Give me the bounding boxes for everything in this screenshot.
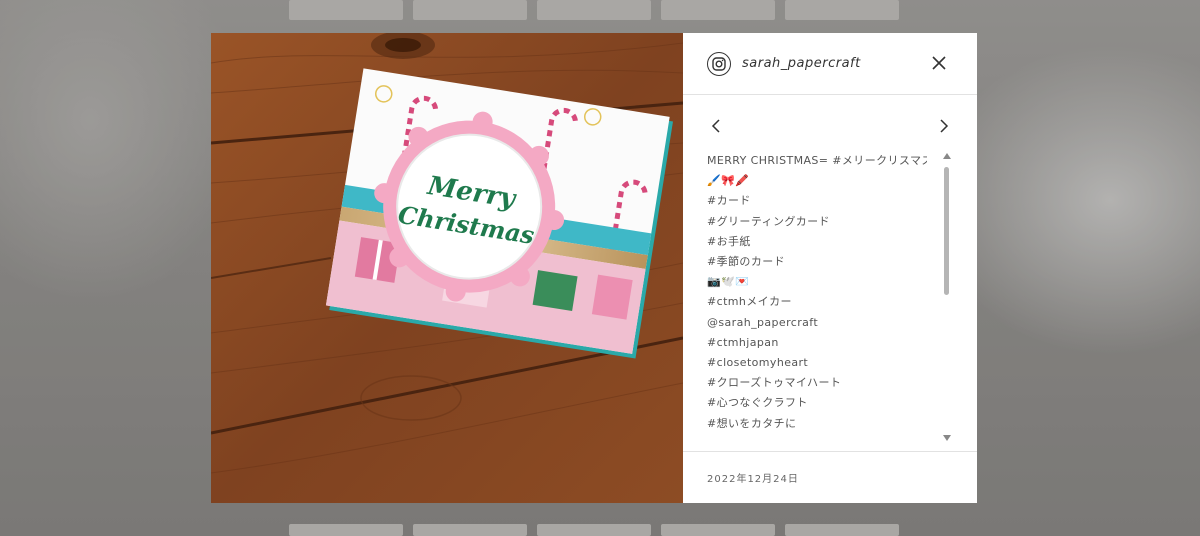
caption-line: 📷🕊️💌 <box>707 275 750 289</box>
caption-hashtag[interactable]: #カード <box>707 191 927 211</box>
post-footer: 2022年12月24日 <box>683 451 977 503</box>
post-header: sarah_papercraft <box>683 33 977 95</box>
caption-mention[interactable]: @sarah_papercraft <box>707 313 927 333</box>
caption-scrollbar[interactable] <box>941 153 953 441</box>
caption-hashtag[interactable]: #お手紙 <box>707 232 927 252</box>
caption-hashtag[interactable]: #想いをカタチに <box>707 414 927 433</box>
next-button[interactable] <box>935 117 951 135</box>
caption-line: 🖌️🎀🖍️ <box>707 174 750 188</box>
scroll-up-arrow-icon[interactable] <box>943 153 951 159</box>
chevron-right-icon <box>940 119 949 133</box>
post-details-panel: sarah_papercraft MERRY CHRISTMAS= #メリークリ… <box>683 33 977 503</box>
caption-hashtag[interactable]: #closetomyheart <box>707 353 927 373</box>
scroll-thumb[interactable] <box>944 167 949 295</box>
caption-line: MERRY CHRISTMAS= #メリークリスマス <box>707 154 927 167</box>
post-caption: MERRY CHRISTMAS= #メリークリスマス 🖌️🎀🖍️ #カード #グ… <box>707 151 927 433</box>
post-date: 2022年12月24日 <box>707 474 799 485</box>
caption-hashtag[interactable]: #クローズトゥマイハート <box>707 373 927 393</box>
caption-hashtag[interactable]: #ctmhメイカー <box>707 292 927 312</box>
close-icon <box>932 56 946 70</box>
caption-hashtag[interactable]: #グリーティングカード <box>707 212 927 232</box>
post-photo: Merry Christmas <box>211 33 683 503</box>
close-button[interactable] <box>929 53 949 73</box>
caption-hashtag[interactable]: #ctmhjapan <box>707 333 927 353</box>
instagram-icon[interactable] <box>707 51 731 76</box>
caption-hashtag[interactable]: #季節のカード <box>707 252 927 272</box>
previous-button[interactable] <box>709 117 725 135</box>
username-link[interactable]: sarah_papercraft <box>742 56 861 71</box>
caption-hashtag[interactable]: #心つなぐクラフト <box>707 393 927 413</box>
card-photo-image: Merry Christmas <box>211 33 683 503</box>
scroll-down-arrow-icon[interactable] <box>943 435 951 441</box>
post-navigation <box>683 95 977 157</box>
post-modal: Merry Christmas sarah_papercraft MERRY C… <box>211 33 977 503</box>
chevron-left-icon <box>711 119 720 133</box>
